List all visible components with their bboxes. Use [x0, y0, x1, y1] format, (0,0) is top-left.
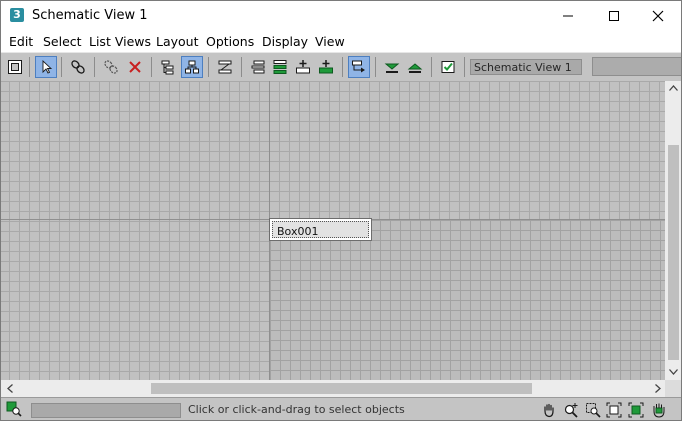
toolbar-separator [61, 57, 62, 77]
menu-layout[interactable]: Layout [156, 34, 199, 49]
node-body: Box001 [272, 221, 369, 238]
move-up-button[interactable] [404, 56, 426, 78]
close-icon [652, 10, 664, 22]
status-zoom-button[interactable] [6, 401, 22, 420]
align-selected-button[interactable] [269, 56, 291, 78]
scroll-up-icon[interactable] [669, 85, 678, 91]
grid-quadrant [270, 220, 665, 380]
align-selected-icon [273, 60, 287, 74]
references-mode-button[interactable] [181, 56, 203, 78]
shrink-selected-icon [251, 60, 265, 74]
toolbar-separator [431, 57, 432, 77]
title-bar[interactable]: 3 Schematic View 1 [1, 1, 681, 31]
menu-select[interactable]: Select [43, 34, 82, 49]
move-down-button[interactable] [381, 56, 403, 78]
pan-to-selected-button[interactable] [650, 401, 668, 419]
zoom-status-icon [6, 401, 22, 417]
status-prompt: Click or click-and-drag to select object… [188, 403, 405, 416]
horizontal-scroll-thumb[interactable] [151, 383, 532, 394]
zoom-extents-icon [606, 402, 622, 418]
display-floater-button[interactable] [4, 56, 26, 78]
close-button[interactable] [635, 1, 681, 31]
arrange-children-icon [352, 60, 365, 73]
shrink-selected-button[interactable] [247, 56, 269, 78]
toolbar-separator [375, 57, 376, 77]
expand-selected-icon [296, 60, 310, 74]
status-field [31, 403, 181, 418]
move-up-icon [407, 63, 423, 73]
zoom-extents-selected-button[interactable] [627, 401, 645, 419]
toolbar-separator [151, 57, 152, 77]
window-title: Schematic View 1 [32, 8, 148, 23]
menu-options[interactable]: Options [206, 34, 254, 49]
zoom-extents-button[interactable] [605, 401, 623, 419]
maximize-button[interactable] [591, 1, 637, 31]
zoom-region-icon [586, 403, 601, 418]
delete-objects-button[interactable] [124, 56, 146, 78]
hierarchy-mode-icon [161, 60, 174, 75]
zoom-button[interactable] [562, 401, 580, 419]
maximize-icon [609, 11, 619, 21]
free-all-button[interactable] [214, 56, 236, 78]
horizontal-scrollbar[interactable] [1, 380, 665, 397]
menu-edit[interactable]: Edit [9, 34, 33, 49]
toolbar-separator [94, 57, 95, 77]
arrange-children-button[interactable] [348, 56, 370, 78]
delete-objects-icon [129, 61, 141, 73]
toolbar-separator [29, 57, 30, 77]
zoom-region-button[interactable] [584, 401, 602, 419]
schematic-view-window: 3 Schematic View 1 Edit Select List View… [0, 0, 682, 421]
toolbar-separator [342, 57, 343, 77]
search-field[interactable] [592, 57, 681, 76]
toolbar-separator [208, 57, 209, 77]
status-bar: Click or click-and-drag to select object… [1, 397, 681, 420]
collapse-selected-button[interactable] [315, 56, 337, 78]
free-all-icon [218, 60, 232, 74]
view-name-field[interactable]: Schematic View 1 [470, 59, 582, 75]
move-down-icon [384, 63, 400, 73]
connect-button[interactable] [67, 56, 89, 78]
zoom-icon [564, 403, 578, 418]
expand-selected-button[interactable] [292, 56, 314, 78]
menu-list-views[interactable]: List Views [89, 34, 151, 49]
scroll-down-icon[interactable] [669, 369, 678, 375]
pan-to-selected-icon [653, 403, 665, 418]
minimize-button[interactable] [545, 1, 591, 31]
menu-display[interactable]: Display [262, 34, 308, 49]
vertical-scroll-thumb[interactable] [668, 145, 679, 360]
vertical-scrollbar[interactable] [665, 81, 681, 380]
node-label: Box001 [277, 225, 319, 238]
display-floater-icon [8, 60, 22, 74]
node-box001[interactable]: Box001 [269, 218, 372, 241]
preferences-check-button[interactable] [437, 56, 459, 78]
menu-bar: Edit Select List Views Layout Options Di… [1, 31, 681, 52]
app-icon: 3 [10, 8, 24, 22]
unlink-selected-icon [104, 60, 118, 74]
pan-icon [544, 403, 554, 418]
menu-view[interactable]: View [315, 34, 345, 49]
scroll-right-icon[interactable] [655, 384, 661, 393]
show-floater-check-icon [441, 61, 455, 73]
toolbar-separator [464, 57, 465, 77]
hierarchy-mode-button[interactable] [157, 56, 179, 78]
references-mode-icon [185, 60, 199, 74]
pan-button[interactable] [540, 401, 558, 419]
toolbar: Schematic View 1 [1, 52, 681, 82]
connect-icon [71, 60, 85, 74]
zoom-extents-selected-icon [628, 402, 644, 418]
scroll-corner [665, 380, 681, 397]
unlink-selected-button[interactable] [100, 56, 122, 78]
collapse-selected-icon [319, 60, 333, 74]
select-icon [42, 59, 53, 74]
toolbar-separator [241, 57, 242, 77]
select-button[interactable] [35, 56, 57, 78]
scroll-left-icon[interactable] [7, 384, 13, 393]
minimize-icon [563, 15, 573, 17]
